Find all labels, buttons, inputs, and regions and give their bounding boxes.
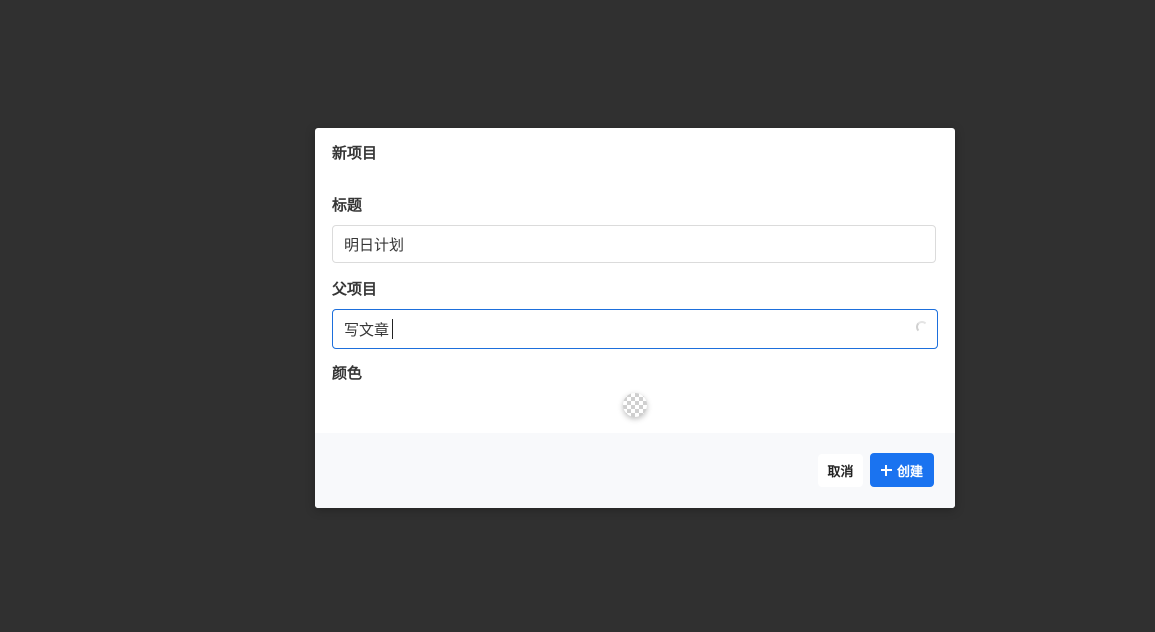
title-label: 标题 bbox=[332, 196, 363, 214]
spinner-icon bbox=[916, 321, 928, 333]
parent-project-input[interactable] bbox=[332, 309, 938, 349]
modal-title: 新项目 bbox=[332, 144, 378, 162]
title-input[interactable] bbox=[332, 225, 936, 263]
new-project-modal: 新项目 标题 父项目 颜色 取消 创建 bbox=[315, 128, 955, 508]
modal-footer: 取消 创建 bbox=[315, 433, 955, 508]
cancel-button[interactable]: 取消 bbox=[818, 454, 863, 487]
plus-icon bbox=[880, 464, 892, 476]
modal-body: 新项目 标题 父项目 颜色 bbox=[315, 128, 955, 433]
color-picker-swatch[interactable] bbox=[623, 393, 647, 417]
create-button-label: 创建 bbox=[896, 464, 923, 480]
parent-project-label: 父项目 bbox=[332, 280, 378, 298]
parent-project-field[interactable] bbox=[332, 309, 938, 349]
text-caret bbox=[392, 319, 393, 339]
create-button[interactable]: 创建 bbox=[870, 453, 934, 487]
color-label: 颜色 bbox=[332, 364, 363, 382]
